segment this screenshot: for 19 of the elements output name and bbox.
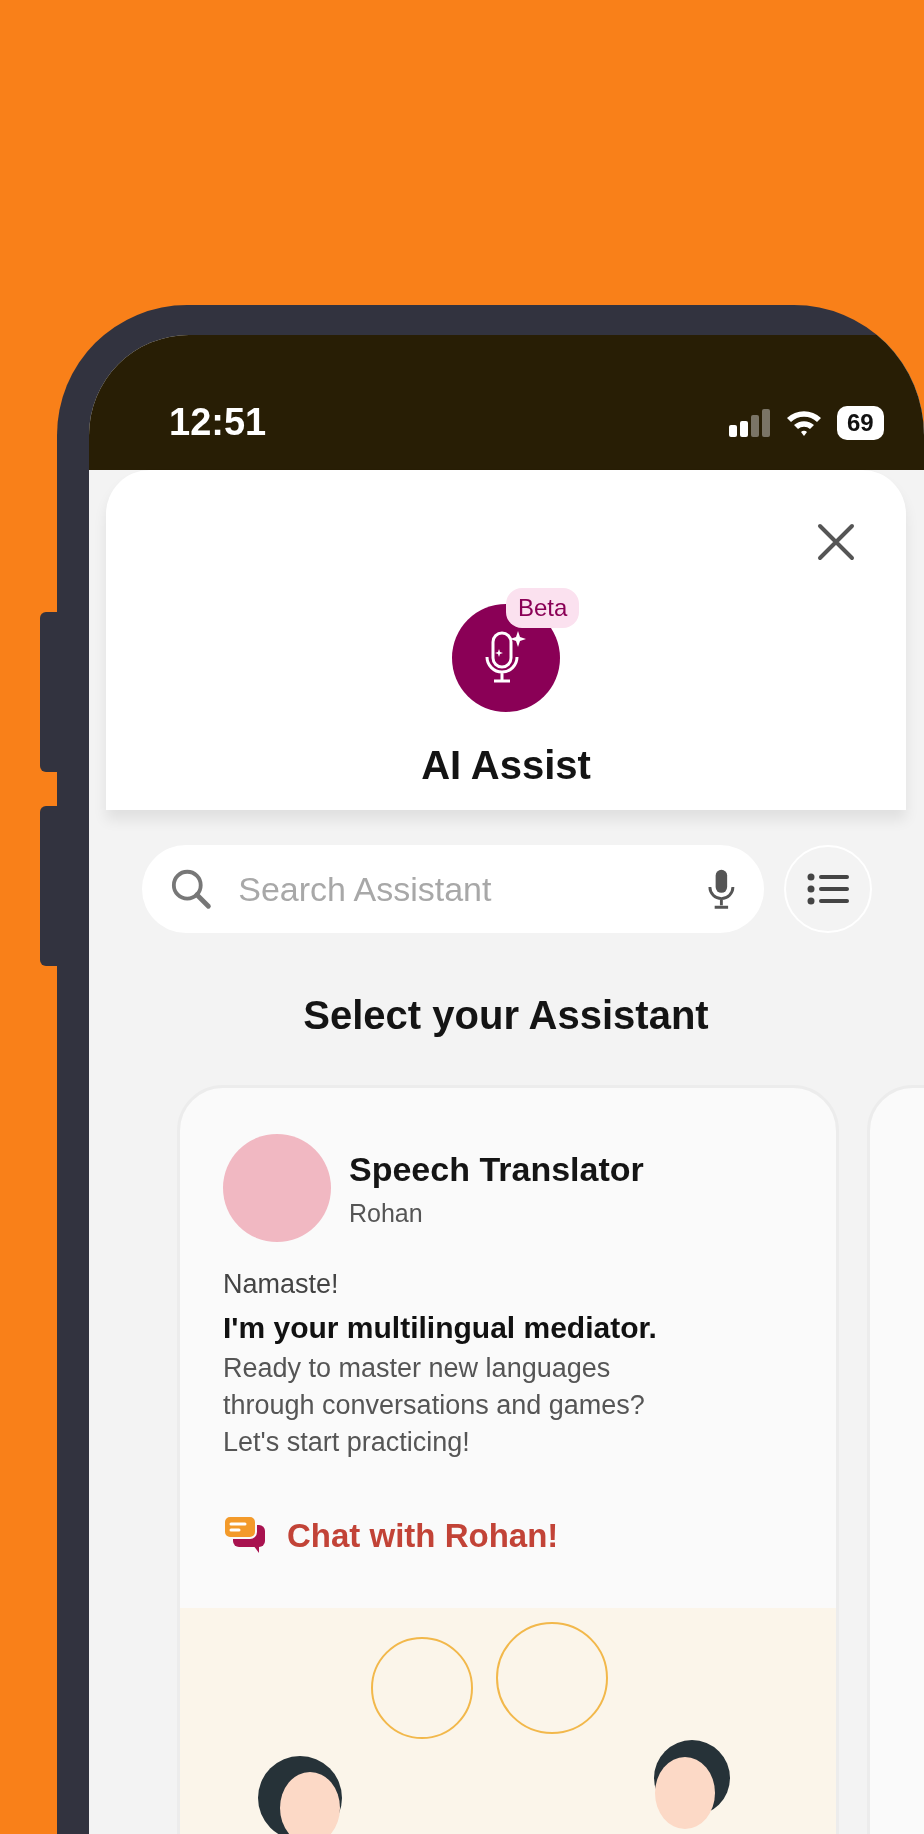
greeting-text: Namaste! — [223, 1268, 340, 1301]
section-heading: Select your Assistant — [302, 992, 710, 1039]
tagline-text: I'm your multilingual mediator. — [223, 1309, 658, 1346]
list-icon — [807, 873, 849, 905]
battery-indicator: 69 — [837, 405, 884, 440]
sheet-title: AI Assist — [420, 742, 592, 789]
signal-icon — [729, 406, 771, 439]
search-icon — [170, 867, 213, 911]
beta-badge: Beta — [506, 588, 580, 628]
assistant-title: Speech Translator — [349, 1148, 644, 1190]
assistant-card[interactable]: Speech Translator Rohan Namaste! I'm your multilingual mediator. Ready to master new languages through conversations and games? Let's start practicing! Chat with Rohan! — [177, 1085, 839, 1834]
description-text: Ready to master new languages through conversations and games? Let's start practicing! — [223, 1351, 646, 1459]
close-icon[interactable] — [816, 522, 856, 562]
assistant-name: Rohan — [349, 1197, 424, 1229]
search-field[interactable]: Search Assistant — [142, 845, 764, 933]
microphone-icon[interactable] — [707, 868, 736, 910]
status-time: 12:51 — [169, 400, 268, 445]
search-input[interactable]: Search Assistant — [236, 862, 684, 916]
chat-link[interactable]: Chat with Rohan! — [223, 1510, 559, 1560]
